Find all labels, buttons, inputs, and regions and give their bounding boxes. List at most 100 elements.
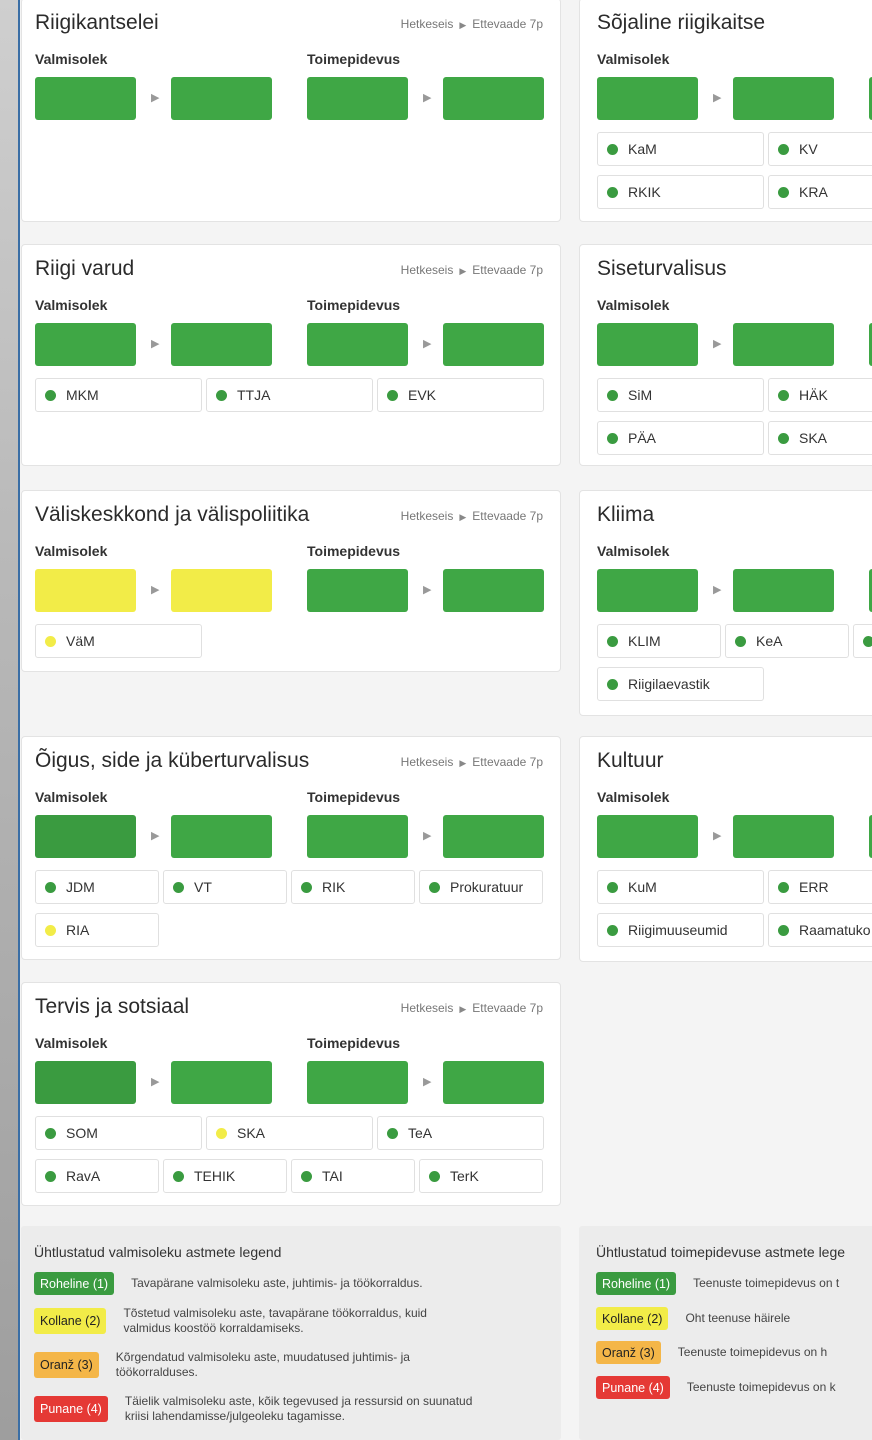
continuity-label: Toimepidevus (307, 543, 401, 559)
legend-desc-line: Täielik valmisoleku aste, kõik tegevused… (124, 1394, 473, 1408)
agency-tag[interactable]: RIA (35, 913, 159, 947)
agency-tag[interactable]: PÄA (597, 421, 764, 455)
card-kliima: Kliima Valmisolek ▶ KLIM KeA Riigilaevas… (579, 490, 872, 716)
continuity-current-status (307, 77, 408, 120)
continuity-forecast-status (443, 77, 544, 120)
current-label: Hetkeseis (400, 263, 454, 277)
legend-badge-yellow: Kollane (2) (596, 1307, 669, 1330)
agency-tag[interactable]: HÄK (768, 378, 872, 412)
legend-row: Kollane (2) Tõstetud valmisoleku aste, t… (34, 1306, 427, 1336)
continuity-label: Toimepidevus (307, 1035, 401, 1051)
status-dot-green (173, 1170, 184, 1182)
status-dot-green (429, 881, 440, 893)
agency-name: KeA (756, 633, 783, 649)
status-dot-green (778, 924, 789, 936)
agency-tag[interactable]: KV (768, 132, 872, 166)
agency-tag[interactable]: VäM (35, 624, 202, 658)
chevron-right-icon: ▶ (151, 1076, 160, 1088)
legend-desc-line: Kõrgendatud valmisoleku aste, muudatused… (115, 1350, 410, 1364)
agency-tag[interactable]: EVK (377, 378, 544, 412)
continuity-forecast-status (443, 323, 544, 366)
legend-badge-green: Roheline (1) (596, 1272, 677, 1295)
card-siseturvalisus: Siseturvalisus Valmisolek ▶ SiM HÄK PÄA … (579, 244, 872, 466)
agency-tag[interactable]: Raamatuko (768, 913, 872, 947)
card-meta: Hetkeseis ▶ Ettevaade 7p (401, 1001, 543, 1015)
status-dot-green (173, 881, 184, 893)
current-label: Hetkeseis (400, 17, 454, 31)
agency-tag[interactable]: Riigimuuseumid (597, 913, 764, 947)
status-dot-green (607, 432, 618, 444)
agency-name: RIA (66, 922, 90, 938)
agency-tag[interactable]: KaM (597, 132, 764, 166)
agency-name: SKA (237, 1125, 266, 1141)
agency-tag[interactable]: TAI (291, 1159, 415, 1193)
status-dot-green (387, 1127, 398, 1139)
agency-tag[interactable]: Riigilaevastik (597, 667, 764, 701)
agency-tag[interactable]: SKA (768, 421, 872, 455)
agency-tag[interactable]: RIK (291, 870, 415, 904)
chevron-right-icon: ▶ (713, 584, 722, 596)
agency-tag[interactable] (853, 624, 872, 658)
caret-right-icon: ▶ (459, 266, 467, 276)
agency-name: ERR (799, 879, 829, 895)
card-title: Õigus, side ja küberturvalisus (35, 749, 310, 772)
readiness-current-status (35, 815, 136, 858)
readiness-current-status (597, 323, 698, 366)
legend-desc: Kõrgendatud valmisoleku aste, muudatused… (116, 1350, 410, 1380)
agency-tag[interactable]: TerK (419, 1159, 543, 1193)
agency-tag[interactable]: KeA (725, 624, 849, 658)
chevron-right-icon: ▶ (151, 338, 160, 350)
readiness-current-status (35, 1061, 136, 1104)
card-title: Kultuur (597, 749, 664, 772)
agency-name: Riigimuuseumid (628, 922, 728, 938)
agency-tag[interactable]: VT (163, 870, 287, 904)
agency-name: MKM (66, 387, 99, 403)
card-sojaline-riigikaitse: Sõjaline riigikaitse Valmisolek ▶ KaM KV… (579, 0, 872, 222)
readiness-forecast-status (171, 1061, 272, 1104)
agency-tag[interactable]: KuM (597, 870, 764, 904)
agency-name: KaM (628, 141, 657, 157)
legend-desc: Tõstetud valmisoleku aste, tavapärane tö… (123, 1306, 427, 1336)
agency-tag[interactable]: SiM (597, 378, 764, 412)
current-label: Hetkeseis (400, 509, 454, 523)
card-tervis-ja-sotsiaal: Tervis ja sotsiaal Hetkeseis ▶ Ettevaade 7… (21, 982, 561, 1206)
agency-tag[interactable]: RavA (35, 1159, 159, 1193)
readiness-label: Valmisolek (597, 297, 670, 313)
readiness-current-status (35, 323, 136, 366)
agency-tag[interactable]: Prokuratuur (419, 870, 543, 904)
agency-tag[interactable]: ERR (768, 870, 872, 904)
legend-row: Roheline (1) Tavapärane valmisoleku aste… (34, 1272, 423, 1295)
agency-name: TeA (408, 1125, 433, 1141)
agency-tag[interactable]: JDM (35, 870, 159, 904)
agency-name: KRA (799, 184, 828, 200)
agency-tag[interactable]: KRA (768, 175, 872, 209)
agency-tag[interactable]: TeA (377, 1116, 544, 1150)
card-title: Tervis ja sotsiaal (35, 995, 190, 1018)
readiness-label: Valmisolek (35, 297, 108, 313)
agency-tag[interactable]: TEHIK (163, 1159, 287, 1193)
forecast-label: Ettevaade 7p (472, 17, 543, 31)
caret-right-icon: ▶ (459, 20, 467, 30)
card-meta: Hetkeseis ▶ Ettevaade 7p (401, 263, 543, 277)
legend-badge-orange: Oranž (3) (596, 1341, 661, 1364)
readiness-label: Valmisolek (35, 51, 108, 67)
readiness-forecast-status (171, 569, 272, 612)
chevron-right-icon: ▶ (151, 92, 160, 104)
agency-tag[interactable]: RKIK (597, 175, 764, 209)
readiness-label: Valmisolek (597, 789, 670, 805)
agency-name: TEHIK (194, 1168, 236, 1184)
continuity-current-status (307, 1061, 408, 1104)
card-title: Sõjaline riigikaitse (597, 11, 766, 34)
agency-tag[interactable]: SKA (206, 1116, 373, 1150)
agency-tag[interactable]: KLIM (597, 624, 721, 658)
readiness-current-status (597, 815, 698, 858)
legend-badge-yellow: Kollane (2) (34, 1308, 107, 1334)
agency-tag[interactable]: MKM (35, 378, 202, 412)
legend-row: Punane (4) Teenuste toimepidevus on k (596, 1376, 836, 1399)
card-kultuur: Kultuur Valmisolek ▶ KuM ERR Riigimuuseu… (579, 736, 872, 962)
agency-tag[interactable]: TTJA (206, 378, 373, 412)
continuity-label: Toimepidevus (307, 297, 401, 313)
agency-name: Prokuratuur (450, 879, 524, 895)
continuity-forecast-status (443, 815, 544, 858)
agency-tag[interactable]: SOM (35, 1116, 202, 1150)
